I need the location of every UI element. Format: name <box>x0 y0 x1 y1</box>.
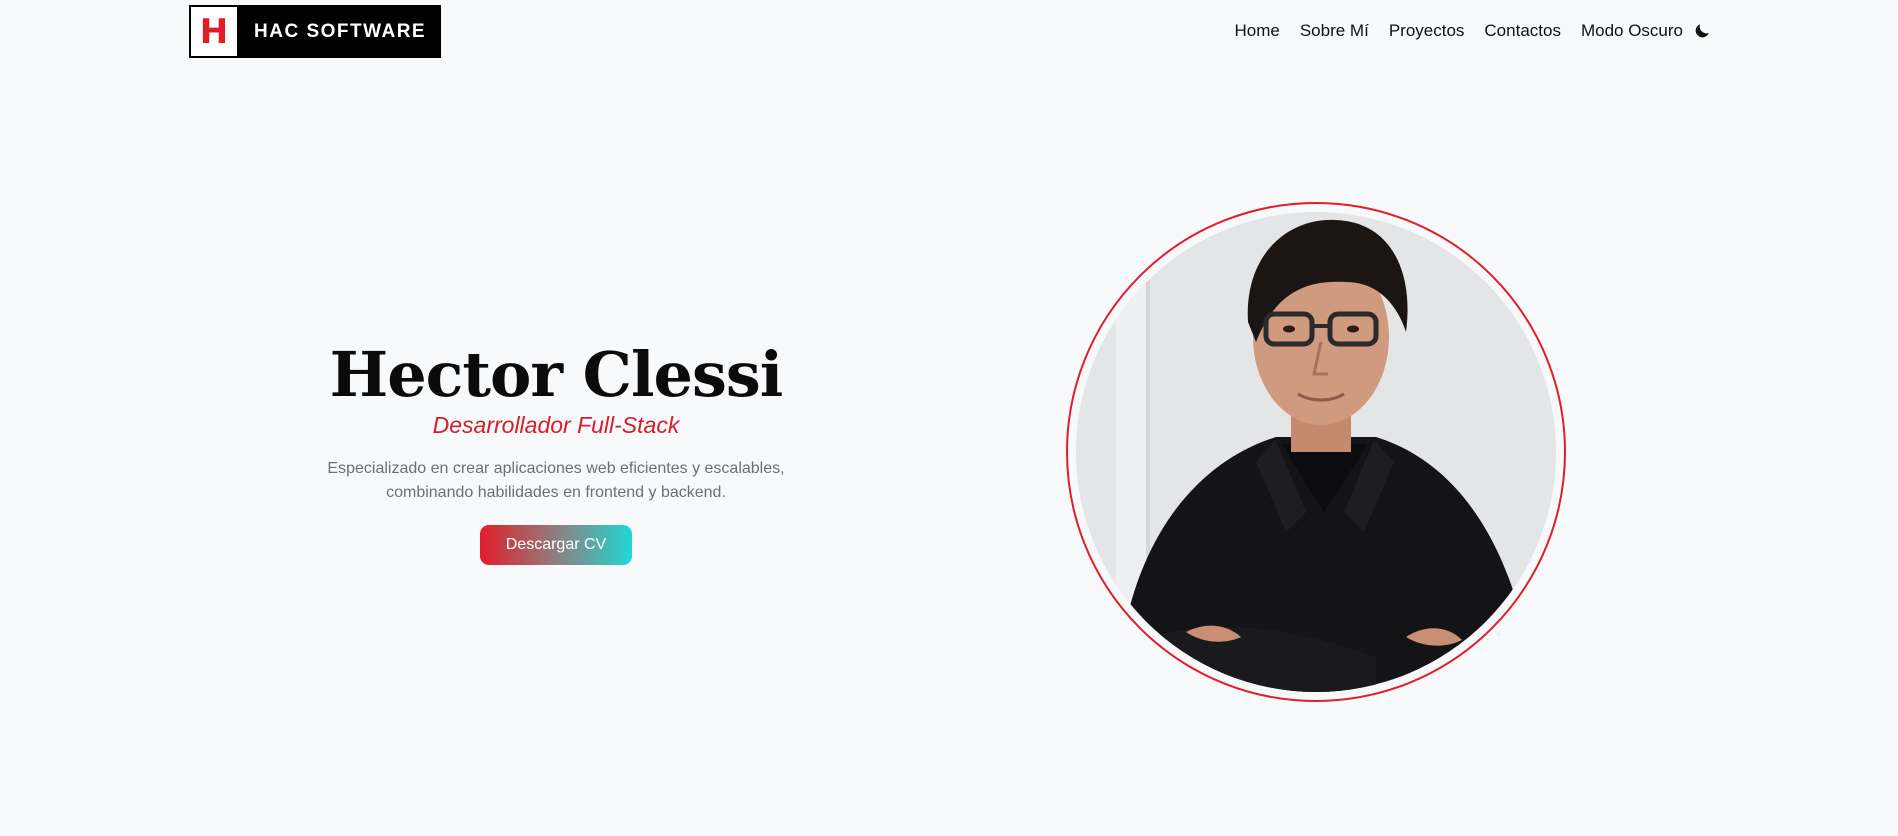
hero-role: Desarrollador Full-Stack <box>432 412 680 438</box>
moon-icon <box>1695 24 1709 38</box>
brand-logo[interactable]: H HAC SOFTWARE <box>189 5 441 58</box>
nav-link-projects[interactable]: Proyectos <box>1389 18 1465 44</box>
brand-mark: H <box>191 7 237 56</box>
dark-mode-label: Modo Oscuro <box>1580 21 1683 40</box>
portrait-ring <box>1066 202 1566 702</box>
main-nav: Home Sobre Mí Proyectos Contactos Modo O… <box>1234 18 1711 44</box>
page: H HAC SOFTWARE Home Sobre Mí Proyectos C… <box>0 0 1898 836</box>
download-cv-button[interactable]: Descargar CV <box>479 525 633 565</box>
profile-photo <box>1076 212 1556 692</box>
hero-section: Hector Clessi Desarrollador Full-Stack E… <box>296 335 816 565</box>
hero-description: Especializado en crear aplicaciones web … <box>327 460 785 501</box>
dark-mode-toggle[interactable]: Modo Oscuro <box>1581 18 1711 44</box>
profile-photo-illustration <box>1076 212 1556 692</box>
brand-name: HAC SOFTWARE <box>254 20 427 42</box>
nav-link-contacts[interactable]: Contactos <box>1484 18 1561 44</box>
hero-name: Hector Clessi <box>329 338 784 411</box>
nav-link-about[interactable]: Sobre Mí <box>1300 18 1369 44</box>
nav-link-home[interactable]: Home <box>1234 18 1279 44</box>
